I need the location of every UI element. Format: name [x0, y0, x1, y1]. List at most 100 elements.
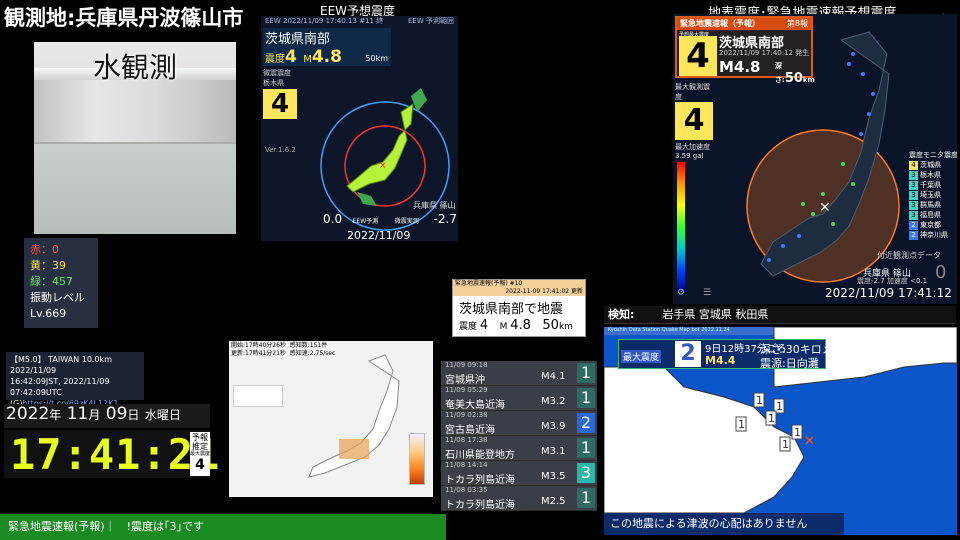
- eew-card-depth: 50: [542, 318, 559, 333]
- max-acceleration: 最大加速度 3.59 gal: [675, 142, 715, 160]
- eew-max-box: 微震震度 栃木県 4: [263, 68, 303, 130]
- legend-row: 3 埼玉県: [909, 190, 957, 200]
- prefecture-legend: 震度モニタ震度 4 茨城県 3 栃木県 3 千葉県 3 埼玉県 3 群馬県 3 福島県 2東…: [909, 150, 957, 240]
- list-item[interactable]: 11/08 17:38 石川県能登地方 M3.1 1: [441, 436, 597, 461]
- date-month: 11: [66, 404, 89, 424]
- badge-line2: 推定: [192, 442, 208, 451]
- count-yellow: 黄：39: [30, 259, 66, 272]
- list-item[interactable]: 11/09 02:38 宮古島近海 M3.9 2: [441, 411, 597, 436]
- kyushu-max-label: 最大震度: [621, 350, 662, 363]
- detect-strip-label: 検知:: [608, 308, 635, 321]
- legend-title: 震度モニタ震度: [909, 151, 957, 159]
- legend-name: 千葉県: [920, 181, 941, 189]
- epicenter-cross: ✕: [819, 200, 831, 216]
- app-version: Ver.1.6.2: [265, 146, 296, 154]
- legend-swatch: 3: [909, 181, 918, 190]
- legend-name: 神奈川県: [920, 231, 948, 239]
- map-depth-label: 深さ:: [775, 62, 785, 84]
- max-observed-label: 最大観測震度: [675, 83, 710, 101]
- map-origin-time: 2022/11/09 17:40:12 発生: [719, 49, 810, 57]
- eew-card-mag-label: M: [499, 322, 508, 332]
- date-year: 2022: [6, 404, 50, 424]
- overseas-line1: 【M5.0】 TAIWAN 10.0km 2022/11/09: [10, 355, 112, 375]
- list-item[interactable]: 11/09 05:29 奄美大島近海 M3.2 1: [441, 386, 597, 411]
- map-zero-intensity: 0: [935, 262, 947, 283]
- history-date: 11/08 14:14: [445, 461, 488, 469]
- eew-timestamp: 2022/11/09 17:41:20: [347, 229, 411, 241]
- date-month-unit: 月: [88, 408, 101, 422]
- date-day-unit: 日: [127, 408, 140, 422]
- svg-text:1: 1: [738, 418, 745, 431]
- list-item[interactable]: 11/08 14:14 トカラ列島近海 M3.5 3: [441, 461, 597, 486]
- map-timestamp: 2022/11/09 17:41:12: [825, 286, 952, 300]
- japan-landmass: [346, 102, 414, 193]
- history-date: 11/09 05:29: [445, 386, 488, 394]
- eew-foot-left: 0.0: [323, 212, 343, 226]
- eew-magnitude: 4.8: [311, 47, 342, 67]
- eew-alert-box: 第8報 緊急地震速報（予報） 予想最大震度 4 茨城県南部 2022/11/09 …: [675, 16, 815, 86]
- legend-name: 栃木県: [920, 171, 941, 179]
- history-intensity: 1: [577, 488, 595, 508]
- legend-row: 3 福島県: [909, 210, 957, 220]
- water-observation-panel: 水観測: [34, 42, 236, 234]
- history-date: 11/09 02:38: [445, 411, 488, 419]
- list-item[interactable]: 11/08 03:35 トカラ列島近海 M2.5 1: [441, 486, 597, 511]
- legend-swatch: 3: [909, 171, 918, 180]
- legend-row: 3 栃木県: [909, 170, 957, 180]
- intensity-color-scale: [677, 162, 685, 292]
- svg-text:1: 1: [768, 412, 775, 425]
- clock-panel: 17:41:21 予報 推定 最大震度 4: [4, 430, 219, 479]
- detection-color-bar: [409, 433, 425, 485]
- eew-depth: 50km: [365, 54, 388, 63]
- kyushu-max-value: 2: [675, 341, 701, 367]
- map-depth-unit: km: [802, 76, 815, 84]
- water-title: 水観測: [92, 51, 177, 84]
- vibration-level-value: Lv.669: [30, 307, 67, 320]
- menu-icon[interactable]: ☰: [703, 288, 711, 298]
- list-item[interactable]: 11/09 09:18 宮城県沖 M4.1 1: [441, 361, 597, 386]
- map-magnitude: M4.8: [719, 58, 761, 76]
- legend-swatch: 2: [909, 221, 918, 230]
- max-observed-box: 最大観測震度 4: [675, 82, 715, 142]
- badge-value: 4: [195, 457, 205, 473]
- legend-swatch: 3: [909, 191, 918, 200]
- history-place: トカラ列島近海: [445, 475, 515, 486]
- legend-row: 4 茨城県: [909, 160, 957, 170]
- eew-info-box: 茨城県南部 震度4 M4.8 50km: [263, 28, 391, 67]
- epicenter-cross: ✕: [804, 434, 815, 449]
- history-intensity: 1: [577, 438, 595, 458]
- history-mag: M4.1: [541, 371, 566, 382]
- eew-report-no: 第8報: [786, 19, 808, 28]
- legend-name: 茨城県: [920, 161, 941, 169]
- history-mag: M2.5: [541, 496, 566, 507]
- eew-max-label: 微震震度: [263, 69, 291, 77]
- eew-epicenter: 茨城県南部: [265, 32, 331, 47]
- legend-row: 3 群馬県: [909, 200, 957, 210]
- map-accel: 震度-2.7 加速度 <0.1: [857, 277, 928, 285]
- svg-text:1: 1: [782, 438, 789, 451]
- legend-swatch: 4: [909, 161, 918, 170]
- svg-text:1: 1: [776, 400, 783, 413]
- detection-strip: 検知: 岩手県 宮城県 秋田県: [604, 306, 956, 324]
- badge-line1: 予報: [192, 433, 208, 442]
- kyushu-quake-panel: Kyoshin Data Station Quake Map bot 2022.…: [604, 327, 957, 535]
- legend-swatch: 3: [909, 211, 918, 220]
- history-intensity: 1: [577, 388, 595, 408]
- date-year-unit: 年: [49, 408, 62, 422]
- settings-gear-icon[interactable]: ⚙: [677, 288, 685, 298]
- kyushu-cities: 国富町 日南市 宮崎市: [620, 375, 650, 411]
- eew-max-value: 4: [263, 89, 297, 119]
- svg-text:1: 1: [756, 394, 763, 407]
- tsunami-notice: この地震による津波の心配はありません: [604, 513, 844, 535]
- eew-card-int-label: 震度: [459, 322, 478, 332]
- eew-card-depth-unit: km: [558, 322, 573, 332]
- legend-name: 東京都: [920, 221, 941, 229]
- map-depth-value: 50: [784, 71, 803, 86]
- history-place: 宮城県沖: [445, 375, 485, 386]
- history-mag: M3.9: [541, 421, 566, 432]
- history-list: 11/09 09:18 宮城県沖 M4.1 1 11/09 05:29 奄美大島…: [441, 361, 597, 511]
- count-red: 赤：0: [30, 243, 59, 256]
- overseas-quake-panel: 【M5.0】 TAIWAN 10.0km 2022/11/09 16:42:09…: [6, 352, 144, 408]
- eew-foot-mid2: 微震実測: [394, 218, 419, 225]
- forecast-intensity: 4: [679, 36, 717, 76]
